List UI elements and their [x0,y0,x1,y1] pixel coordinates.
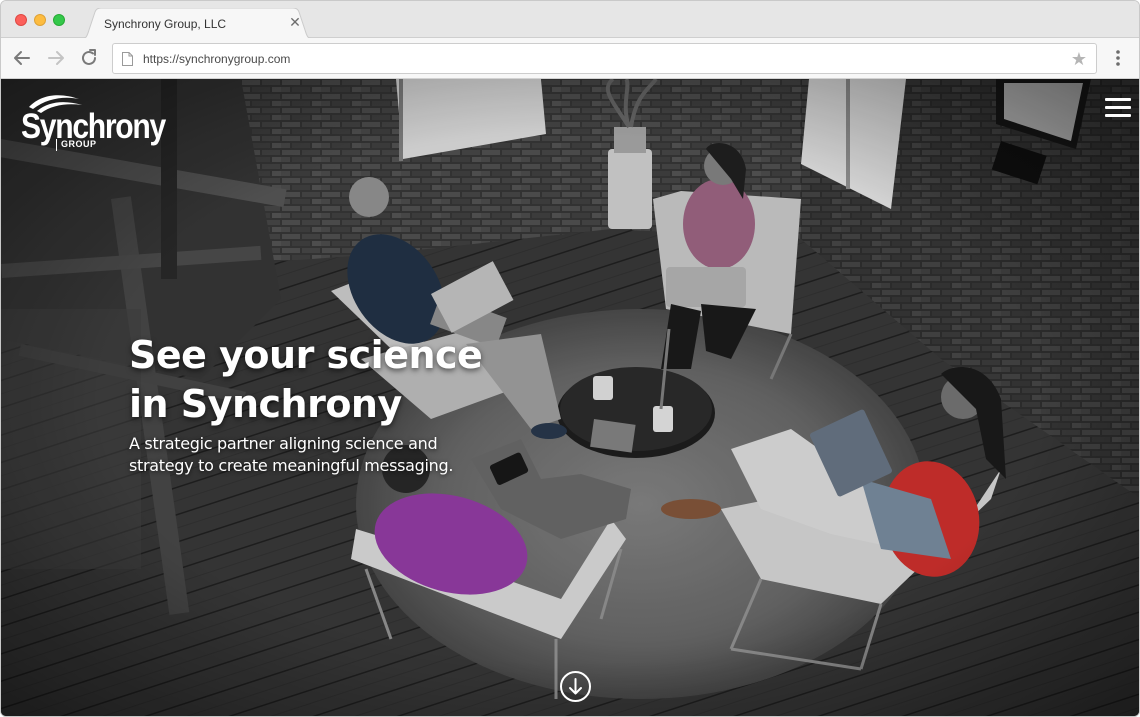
hamburger-line [1105,98,1131,101]
hamburger-line [1105,106,1131,109]
minimize-window-button[interactable] [34,14,46,26]
reload-icon[interactable] [78,47,100,69]
address-bar[interactable]: https://synchronygroup.com ★ [112,43,1097,74]
page-icon [122,52,133,66]
url-text: https://synchronygroup.com [143,52,291,66]
tab-title: Synchrony Group, LLC [104,17,227,31]
subheading-line-2: strategy to create meaningful messaging. [129,456,454,475]
page-viewport: Synchrony GROUP See your science in Sync… [1,79,1139,716]
close-icon[interactable]: ✕ [288,15,302,29]
scroll-down-button[interactable] [560,671,591,702]
browser-window: Synchrony Group, LLC ✕ https://synchrony… [0,0,1140,717]
headline-line-2: in Synchrony [129,382,402,426]
back-arrow-icon[interactable] [11,47,33,69]
close-window-button[interactable] [15,14,27,26]
logo-divider [56,139,57,151]
browser-toolbar: https://synchronygroup.com ★ [1,38,1139,79]
synchrony-logo[interactable]: Synchrony GROUP [21,91,166,153]
headline-line-1: See your science [129,333,483,377]
tab-strip: Synchrony Group, LLC ✕ [1,1,1139,39]
hamburger-line [1105,114,1131,117]
menu-dots-icon[interactable] [1111,48,1125,68]
star-icon[interactable]: ★ [1070,50,1088,68]
logo-subtext: GROUP [61,139,97,149]
forward-arrow-icon[interactable] [45,47,67,69]
browser-tab[interactable]: Synchrony Group, LLC ✕ [79,8,315,39]
hero-subheading: A strategic partner aligning science and… [129,433,489,477]
subheading-line-1: A strategic partner aligning science and [129,434,438,453]
hamburger-menu-icon[interactable] [1105,98,1131,118]
hero-headline: See your science in Synchrony [129,331,549,429]
maximize-window-button[interactable] [53,14,65,26]
arrow-down-icon [569,678,582,695]
